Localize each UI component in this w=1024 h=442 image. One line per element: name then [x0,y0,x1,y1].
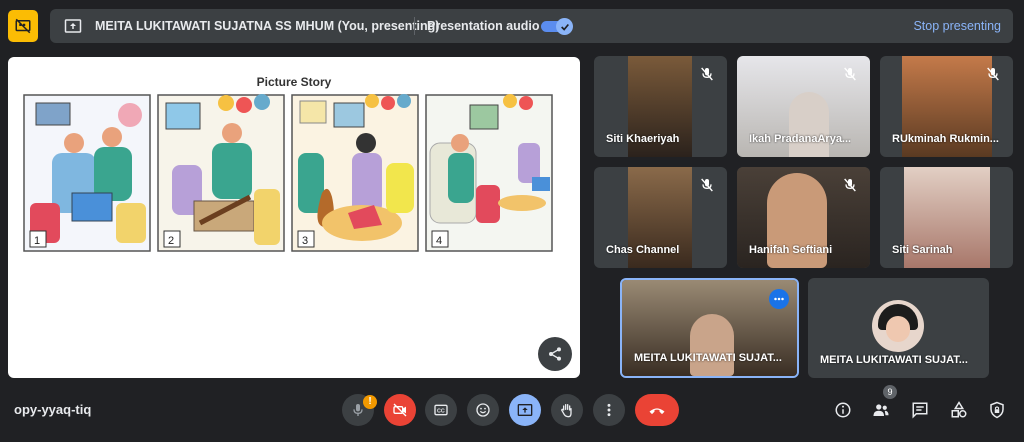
more-options-icon [607,403,611,417]
activities-button[interactable] [949,400,969,420]
captions-icon: CC [434,404,448,416]
participant-name: MEITA LUKITAWATI SUJAT... [634,352,782,364]
svg-text:CC: CC [437,408,445,414]
raise-hand-icon [560,404,572,418]
more-horizontal-icon [774,297,784,301]
participant-tile[interactable]: Siti Sarinah [880,167,1013,268]
participant-tile[interactable]: MEITA LUKITAWATI SUJAT... [808,278,989,378]
tile-options-button[interactable] [769,289,789,309]
participant-tile[interactable]: Ikah PradanaArya... [737,56,870,157]
present-screen-icon [64,19,82,33]
mic-off-icon [844,67,856,81]
captions-button[interactable]: CC [425,394,457,426]
participant-tile[interactable]: Chas Channel [594,167,727,268]
slide-title: Picture Story [256,75,332,89]
participant-name: Chas Channel [606,244,680,256]
participant-name: Hanifah Seftiani [749,244,833,256]
host-controls-button[interactable] [987,400,1007,420]
people-button[interactable] [871,400,891,420]
end-call-icon [649,408,665,415]
shared-slide: Picture Story 1 2 3 4 [8,57,580,378]
presentation-audio-label: Presentation audio [427,19,540,33]
more-options-button[interactable] [593,394,625,426]
story-panel-4 [425,94,553,252]
presentation-audio-toggle[interactable] [541,18,573,35]
panel-number: 4 [436,235,442,247]
presenter-title: MEITA LUKITAWATI SUJATNA SS MHUM (You, p… [95,19,440,33]
mic-warning-badge: ! [363,395,377,409]
present-icon [517,404,533,416]
participant-tile[interactable]: Hanifah Seftiani [737,167,870,268]
participant-name: Siti Khaeriyah [606,133,680,145]
presentation-bar: MEITA LUKITAWATI SUJATNA SS MHUM (You, p… [50,9,1013,43]
divider [414,17,415,35]
info-icon [835,402,851,418]
mic-off-icon [844,178,856,192]
chat-icon [912,402,928,419]
participant-name: MEITA LUKITAWATI SUJAT... [820,354,968,366]
avatar [872,300,924,352]
participant-figure [690,314,734,376]
chat-button[interactable] [910,400,930,420]
camera-off-icon [393,403,407,417]
host-controls-icon [990,401,1004,419]
mic-off-icon [701,178,713,192]
meeting-details-button[interactable] [833,400,853,420]
share-icon [549,347,561,361]
share-button[interactable] [538,337,572,371]
self-view-tile[interactable]: MEITA LUKITAWATI SUJAT... [620,278,799,378]
story-panel-2 [157,94,285,252]
story-panel-1 [23,94,151,252]
participant-tile[interactable]: Siti Khaeriyah [594,56,727,157]
present-warning-button[interactable] [8,10,38,42]
activities-icon [951,401,967,418]
participant-tile[interactable]: RUkminah Rukmin... [880,56,1013,157]
picture-story-panels: 1 2 3 4 [23,94,553,252]
present-now-button[interactable] [509,394,541,426]
emoji-icon [476,403,490,417]
people-icon [873,404,889,416]
panel-number: 1 [34,235,40,247]
reactions-button[interactable] [467,394,499,426]
meeting-code: opy-yyaq-tiq [14,402,92,417]
camera-button[interactable] [384,394,416,426]
story-panel-3 [291,94,419,252]
mic-off-icon [701,67,713,81]
leave-call-button[interactable] [635,394,679,426]
participant-name: RUkminah Rukmin... [892,133,999,145]
raise-hand-button[interactable] [551,394,583,426]
participant-name: Ikah PradanaArya... [749,133,852,145]
participant-name: Siti Sarinah [892,244,953,256]
mic-off-icon [987,67,999,81]
participant-figure [789,92,829,157]
people-count-badge: 9 [883,385,897,399]
panel-number: 3 [302,235,308,247]
panel-number: 2 [168,235,174,247]
stop-presenting-button[interactable]: Stop presenting [913,9,1001,43]
present-off-icon [15,18,31,34]
check-icon [560,23,569,31]
